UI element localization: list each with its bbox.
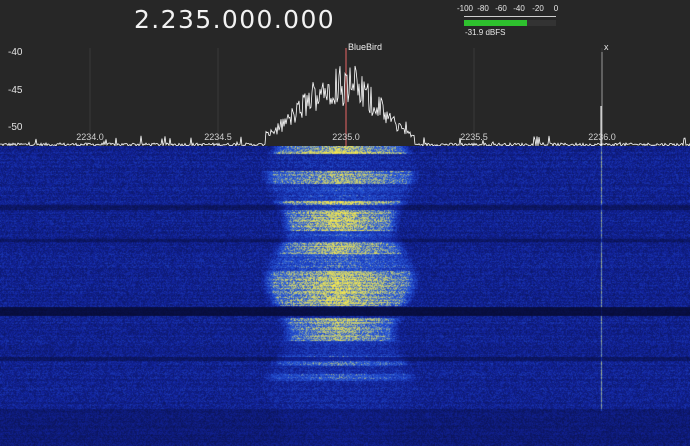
spectrum-plot[interactable] bbox=[0, 0, 690, 146]
x-tick-label: 2234.5 bbox=[204, 132, 232, 142]
close-marker-button[interactable]: x bbox=[604, 42, 609, 52]
waterfall-display[interactable] bbox=[0, 146, 690, 446]
x-tick-label: 2235.0 bbox=[332, 132, 360, 142]
marker-label-bluebird[interactable]: BlueBird bbox=[348, 42, 382, 52]
x-tick-label: 2236.0 bbox=[588, 132, 616, 142]
x-tick-label: 2235.5 bbox=[460, 132, 488, 142]
x-tick-label: 2234.0 bbox=[76, 132, 104, 142]
